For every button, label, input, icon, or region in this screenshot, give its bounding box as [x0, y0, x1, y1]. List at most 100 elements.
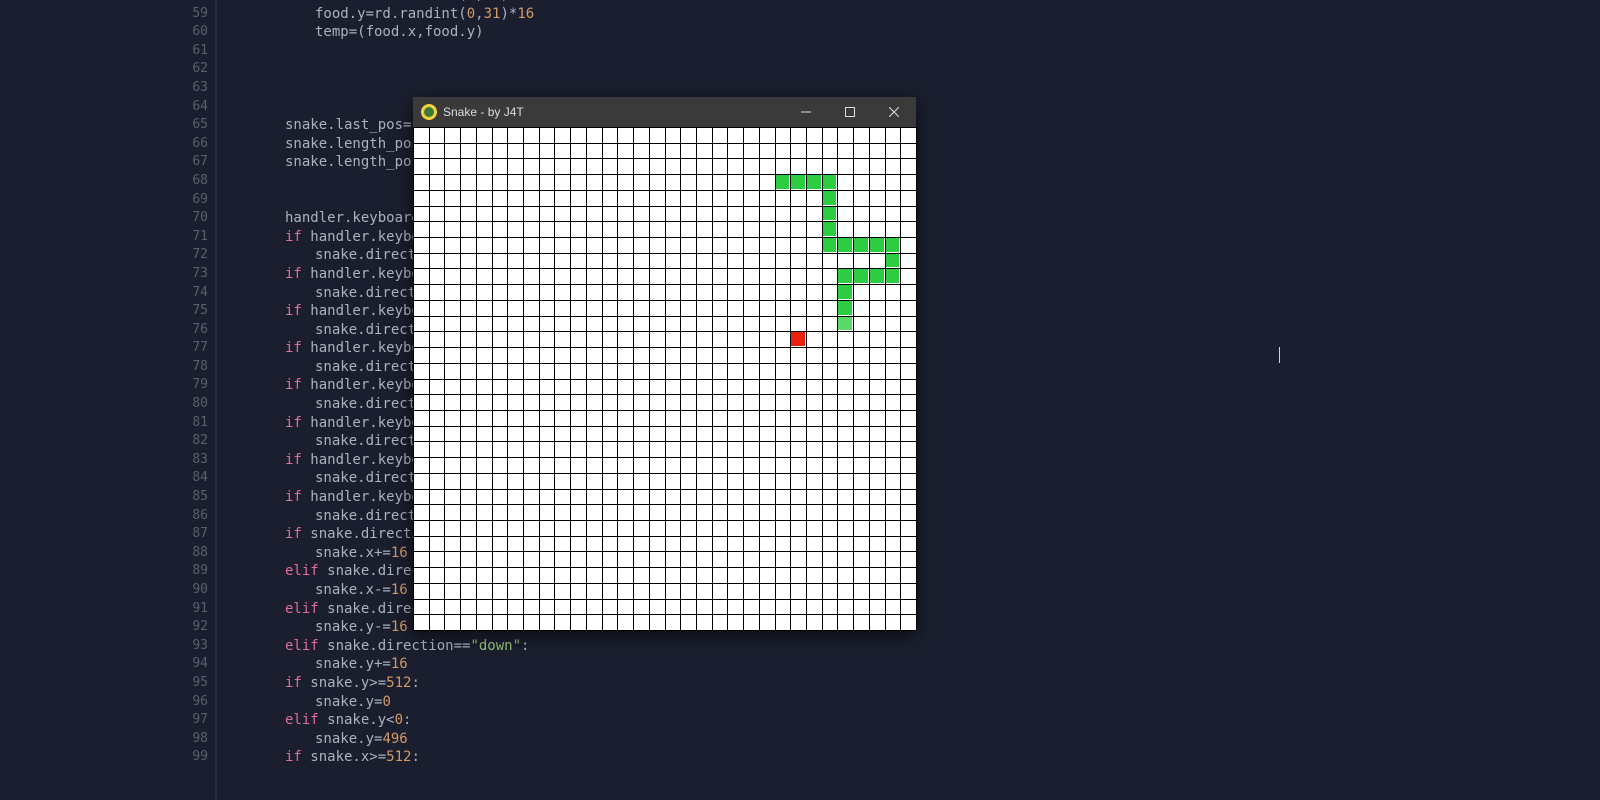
- line-number: 86: [168, 507, 208, 526]
- line-number: 99: [168, 748, 208, 767]
- line-number: 68: [168, 172, 208, 191]
- grid-line: [413, 394, 916, 395]
- grid-line: [413, 630, 916, 631]
- line-number: 65: [168, 116, 208, 135]
- grid-line: [413, 457, 916, 458]
- window-titlebar[interactable]: Snake - by J4T: [413, 97, 916, 127]
- code-line[interactable]: snake.y=0: [225, 693, 534, 712]
- grid-line: [775, 127, 776, 630]
- line-number: 69: [168, 191, 208, 210]
- line-number: 96: [168, 693, 208, 712]
- grid-line: [413, 583, 916, 584]
- line-number: 66: [168, 135, 208, 154]
- line-number: 89: [168, 562, 208, 581]
- line-number: 87: [168, 525, 208, 544]
- code-line[interactable]: [225, 60, 534, 79]
- snake-segment: [838, 269, 852, 283]
- snake-segment: [823, 191, 837, 205]
- python-icon: [421, 104, 437, 120]
- grid-line: [413, 599, 916, 600]
- line-number: 91: [168, 600, 208, 619]
- grid-line: [413, 473, 916, 474]
- code-line[interactable]: [225, 42, 534, 61]
- line-number: 90: [168, 581, 208, 600]
- line-number: 78: [168, 358, 208, 377]
- line-number: 76: [168, 321, 208, 340]
- line-number: 70: [168, 209, 208, 228]
- grid-line: [413, 489, 916, 490]
- line-number: 73: [168, 265, 208, 284]
- grid-line: [916, 127, 917, 630]
- line-number: 79: [168, 376, 208, 395]
- grid-line: [790, 127, 791, 630]
- gutter-separator: [215, 0, 217, 800]
- line-number: 92: [168, 618, 208, 637]
- snake-segment: [791, 175, 805, 189]
- grid-line: [759, 127, 760, 630]
- close-button[interactable]: [872, 97, 916, 127]
- snake-segment: [854, 238, 868, 252]
- line-number: 88: [168, 544, 208, 563]
- grid-line: [413, 504, 916, 505]
- code-line[interactable]: snake.y=496: [225, 730, 534, 749]
- code-line[interactable]: food.y=rd.randint(0,31)*16: [225, 5, 534, 24]
- grid-line: [837, 127, 838, 630]
- grid-line: [413, 567, 916, 568]
- game-window[interactable]: Snake - by J4T: [413, 97, 916, 630]
- line-number: 71: [168, 228, 208, 247]
- line-number: 60: [168, 23, 208, 42]
- code-line[interactable]: if snake.x>=512:: [225, 748, 534, 767]
- code-line[interactable]: [225, 79, 534, 98]
- snake-segment: [870, 269, 884, 283]
- snake-segment: [823, 175, 837, 189]
- line-number: 72: [168, 246, 208, 265]
- snake-segment: [854, 269, 868, 283]
- code-line[interactable]: elif snake.direction=="down":: [225, 637, 534, 656]
- snake-segment: [823, 207, 837, 221]
- line-number: 74: [168, 284, 208, 303]
- code-line[interactable]: temp=(food.x,food.y): [225, 23, 534, 42]
- grid-line: [413, 520, 916, 521]
- grid-line: [869, 127, 870, 630]
- line-number: 83: [168, 451, 208, 470]
- code-line[interactable]: elif snake.y<0:: [225, 711, 534, 730]
- snake-segment: [823, 222, 837, 236]
- food-cell: [791, 332, 805, 346]
- line-number: 84: [168, 469, 208, 488]
- line-number-gutter: 5758596061626364656667686970717273747576…: [0, 0, 205, 800]
- snake-segment: [807, 175, 821, 189]
- line-number: 98: [168, 730, 208, 749]
- code-line[interactable]: snake.y+=16: [225, 655, 534, 674]
- line-number: 62: [168, 60, 208, 79]
- line-number: 94: [168, 655, 208, 674]
- grid-line: [696, 127, 697, 630]
- grid-line: [853, 127, 854, 630]
- line-number: 82: [168, 432, 208, 451]
- grid-line: [712, 127, 713, 630]
- line-number: 59: [168, 5, 208, 24]
- snake-segment: [823, 238, 837, 252]
- game-canvas[interactable]: [413, 127, 916, 630]
- grid-line: [900, 127, 901, 630]
- snake-segment: [886, 238, 900, 252]
- line-number: 80: [168, 395, 208, 414]
- maximize-button[interactable]: [828, 97, 872, 127]
- line-number: 64: [168, 98, 208, 117]
- line-number: 61: [168, 42, 208, 61]
- grid-line: [413, 441, 916, 442]
- line-number: 93: [168, 637, 208, 656]
- grid-line: [727, 127, 728, 630]
- snake-segment: [838, 317, 852, 331]
- window-title: Snake - by J4T: [443, 105, 784, 119]
- grid-line: [413, 536, 916, 537]
- line-number: 63: [168, 79, 208, 98]
- grid-line: [413, 614, 916, 615]
- code-line[interactable]: if snake.y>=512:: [225, 674, 534, 693]
- window-control-buttons: [784, 97, 916, 127]
- line-number: 75: [168, 302, 208, 321]
- minimize-button[interactable]: [784, 97, 828, 127]
- snake-segment: [886, 269, 900, 283]
- text-cursor: [1279, 347, 1280, 363]
- grid-line: [413, 410, 916, 411]
- grid-line: [413, 379, 916, 380]
